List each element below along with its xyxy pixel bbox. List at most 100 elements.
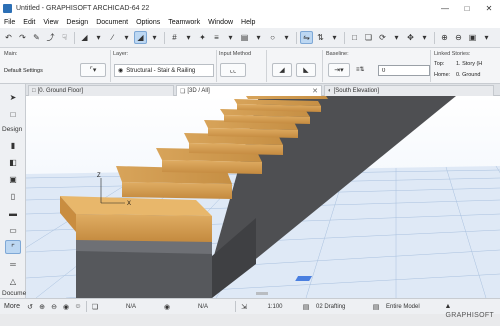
window-tool-icon[interactable]: ▣ — [5, 172, 21, 186]
close-tab-icon[interactable]: ✕ — [312, 87, 318, 95]
menu-window[interactable]: Window — [204, 19, 237, 26]
navigator-marker-icon[interactable] — [295, 276, 313, 281]
model-view-icon: ▤ — [372, 303, 380, 311]
wall-tool-icon[interactable]: ▮ — [5, 138, 21, 152]
door-tool-icon[interactable]: ◧ — [5, 155, 21, 169]
stair-settings-button[interactable]: ⌜▾ — [80, 63, 106, 77]
menu-help[interactable]: Help — [237, 19, 259, 26]
infobox-divider — [430, 50, 431, 82]
dropdown-arrow-icon[interactable]: ▾ — [224, 31, 237, 44]
graphisoft-logo: GRAPHISOFT — [445, 312, 494, 319]
dropdown-arrow-icon[interactable]: ▾ — [182, 31, 195, 44]
zoom-out-icon[interactable]: ⊖ — [48, 301, 60, 313]
trace-reference-icon[interactable]: ⇅ — [314, 31, 327, 44]
maximize-button[interactable]: □ — [456, 0, 478, 16]
lock-icon[interactable]: ○ — [266, 31, 279, 44]
walk-icon[interactable]: ☺ — [72, 301, 84, 313]
trace-icon[interactable]: ⇋ — [300, 31, 313, 44]
3d-viewport[interactable]: Z X — [26, 96, 500, 298]
3d-window-icon[interactable]: ❏ — [362, 31, 375, 44]
layer-combination-value: 02 Drafting — [316, 303, 346, 310]
model-view-combo[interactable]: Entire Model — [382, 304, 442, 310]
beam-tool-icon[interactable]: ▬ — [5, 206, 21, 220]
3d-scene[interactable]: Z X — [26, 96, 500, 298]
marquee-tool-icon[interactable]: □ — [5, 107, 21, 121]
eyedropper-icon[interactable]: ☟ — [58, 31, 71, 44]
fit-in-window-icon[interactable]: ▣ — [466, 31, 479, 44]
column-tool-icon[interactable]: ▯ — [5, 189, 21, 203]
inject-icon[interactable]: ⤴ — [44, 31, 57, 44]
menu-options[interactable]: Options — [132, 19, 164, 26]
magic-wand-icon[interactable]: ✦ — [196, 31, 209, 44]
input-method-button[interactable]: ⌞⌞ — [220, 63, 246, 77]
zoom-in-icon[interactable]: ⊕ — [438, 31, 451, 44]
dropdown-arrow-icon[interactable]: ▾ — [328, 31, 341, 44]
top-value[interactable]: 1. Story (H — [456, 61, 482, 67]
dropdown-arrow-icon[interactable]: ▾ — [418, 31, 431, 44]
scroll-handle[interactable] — [256, 292, 268, 295]
dropdown-arrow-icon[interactable]: ▾ — [148, 31, 161, 44]
step-8-tread — [246, 96, 328, 99]
zoom-out-icon[interactable]: ⊖ — [452, 31, 465, 44]
more-label[interactable]: More — [0, 301, 24, 313]
roof-tool-icon[interactable]: △ — [5, 274, 21, 288]
eye-icon: ◉ — [118, 68, 124, 74]
view-tools-icon[interactable]: ❏ — [89, 301, 101, 313]
baseline-button[interactable]: ⇥▾ — [328, 63, 350, 77]
geometry-method-icon[interactable]: ◢ — [134, 31, 147, 44]
railing-tool-icon[interactable]: ═ — [5, 257, 21, 271]
tab-south-elevation[interactable]: ◐ [South Elevation] — [324, 85, 494, 96]
pick-up-icon[interactable]: ✎ — [30, 31, 43, 44]
layers-icon[interactable]: ▤ — [238, 31, 251, 44]
arrow-tool-icon[interactable]: ➤ — [5, 90, 21, 104]
zoom-in-icon[interactable]: ⊕ — [36, 301, 48, 313]
renovation-icon[interactable]: ▲ — [442, 301, 454, 313]
line-tool-icon[interactable]: ∕ — [106, 31, 119, 44]
pan-icon[interactable]: ✥ — [404, 31, 417, 44]
menu-design[interactable]: Design — [62, 19, 92, 26]
orbit-icon[interactable]: ⟳ — [376, 31, 389, 44]
dropdown-arrow-icon[interactable]: ▾ — [92, 31, 105, 44]
floor-plan-tab-icon: □ — [32, 88, 36, 94]
menu-file[interactable]: File — [0, 19, 19, 26]
na-field-2[interactable]: N/A — [173, 304, 233, 310]
dropdown-arrow-icon[interactable]: ▾ — [390, 31, 403, 44]
eye-view-icon[interactable]: ◉ — [161, 301, 173, 313]
step-1-riser — [76, 214, 212, 242]
minimize-button[interactable]: — — [434, 0, 456, 16]
slab-tool-icon[interactable]: ▭ — [5, 223, 21, 237]
scale-icon: ⇲ — [241, 303, 247, 311]
home-value[interactable]: 0. Ground — [456, 72, 480, 78]
baseline-offset-input[interactable] — [378, 65, 430, 76]
undo-icon[interactable]: ↶ — [2, 31, 15, 44]
input-method-icon: ⌞⌞ — [229, 67, 237, 74]
dropdown-arrow-icon[interactable]: ▾ — [480, 31, 493, 44]
stair-tool-icon[interactable]: ⌜ — [5, 240, 21, 254]
layer-combo[interactable]: ◉ Structural - Stair & Railing — [114, 64, 214, 77]
menu-teamwork[interactable]: Teamwork — [164, 19, 204, 26]
stair-structure-button[interactable]: ◢ — [272, 63, 292, 77]
menu-edit[interactable]: Edit — [19, 19, 39, 26]
scale-combo[interactable]: 1:100 — [250, 304, 300, 310]
grid-snap-icon[interactable]: # — [168, 31, 181, 44]
stair-finish-button[interactable]: ◣ — [296, 63, 316, 77]
align-icon[interactable]: ≡ — [210, 31, 223, 44]
dropdown-arrow-icon[interactable]: ▾ — [252, 31, 265, 44]
layer-combo-value: Structural - Stair & Railing — [126, 67, 196, 74]
redo-icon[interactable]: ↷ — [16, 31, 29, 44]
navigation-icon[interactable]: ◉ — [60, 301, 72, 313]
menu-document[interactable]: Document — [92, 19, 132, 26]
status-divider — [86, 301, 87, 312]
dropdown-arrow-icon[interactable]: ▾ — [120, 31, 133, 44]
section-icon[interactable]: ◢ — [78, 31, 91, 44]
tab-label: [3D / All] — [187, 88, 210, 94]
dropdown-arrow-icon[interactable]: ▾ — [280, 31, 293, 44]
layer-combination-combo[interactable]: 02 Drafting — [312, 304, 370, 310]
na-field-1[interactable]: N/A — [101, 304, 161, 310]
tab-ground-floor[interactable]: □ [0. Ground Floor] — [28, 85, 174, 96]
floor-plan-icon[interactable]: □ — [348, 31, 361, 44]
close-button[interactable]: ✕ — [478, 0, 500, 16]
tab-3d-all[interactable]: ❏ [3D / All] ✕ — [176, 85, 322, 96]
undo-zoom-icon[interactable]: ↺ — [24, 301, 36, 313]
menu-view[interactable]: View — [39, 19, 62, 26]
